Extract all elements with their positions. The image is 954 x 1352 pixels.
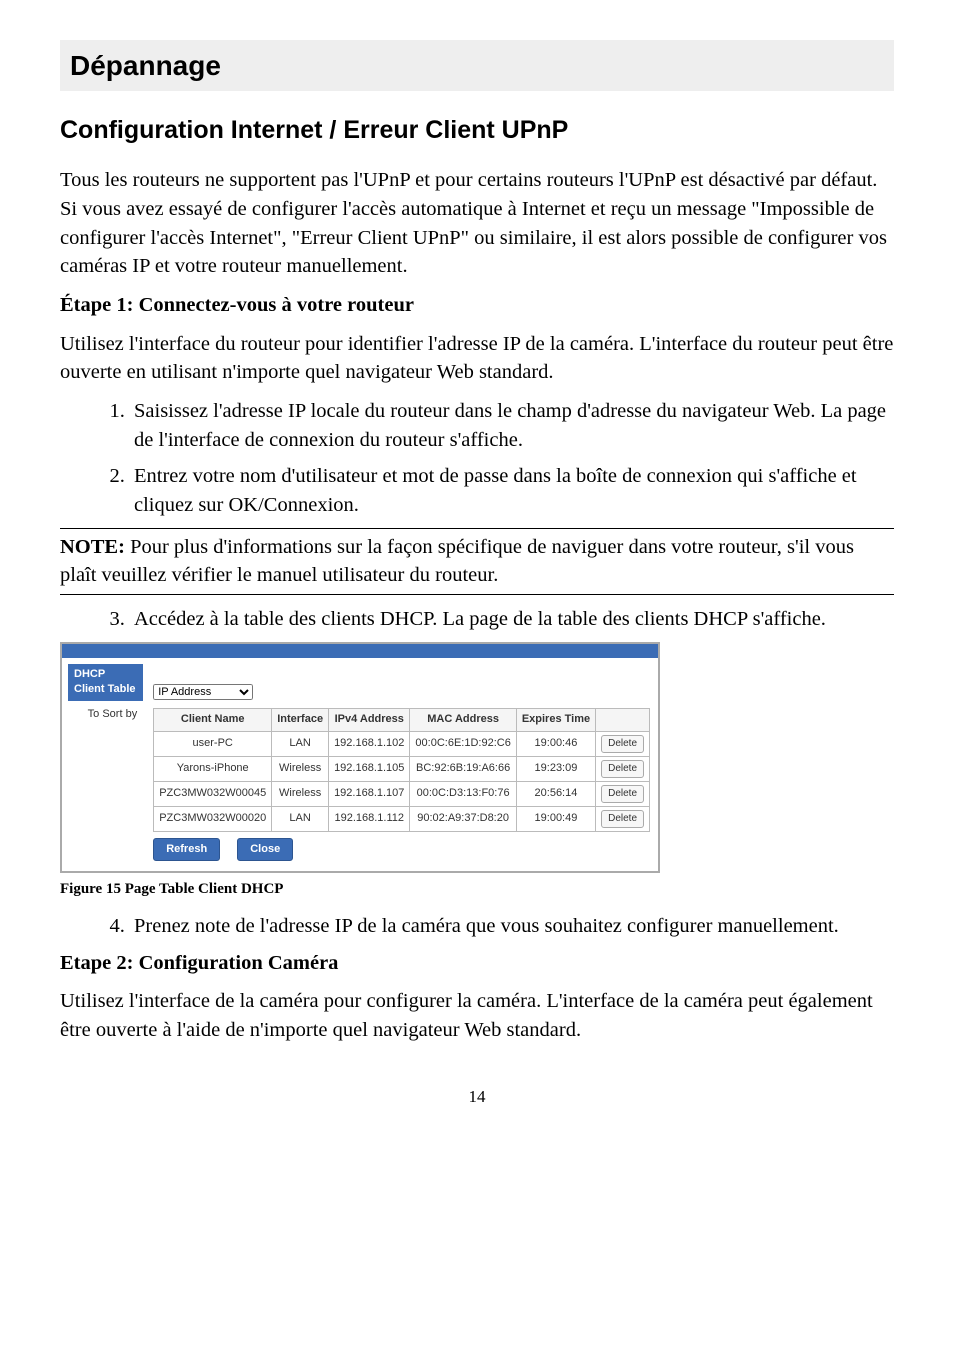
- delete-button[interactable]: Delete: [601, 810, 644, 828]
- sort-by-label: To Sort by: [68, 701, 143, 722]
- table-cell: BC:92:6B:19:A6:66: [410, 756, 516, 781]
- step2-intro: Utilisez l'interface de la caméra pour c…: [60, 987, 894, 1044]
- refresh-button[interactable]: Refresh: [153, 838, 220, 861]
- list-item: Entrez votre nom d'utilisateur et mot de…: [130, 462, 894, 519]
- table-row: user-PCLAN192.168.1.10200:0C:6E:1D:92:C6…: [154, 731, 650, 756]
- dhcp-top-bar: [62, 644, 658, 658]
- table-cell: LAN: [272, 806, 329, 831]
- dhcp-panel-title: DHCP Client Table: [68, 664, 143, 701]
- section-heading: Dépannage: [60, 40, 894, 91]
- col-ipv4: IPv4 Address: [329, 709, 410, 731]
- col-client-name: Client Name: [154, 709, 272, 731]
- col-interface: Interface: [272, 709, 329, 731]
- table-cell: 00:0C:6E:1D:92:C6: [410, 731, 516, 756]
- col-mac: MAC Address: [410, 709, 516, 731]
- note-text: Pour plus d'informations sur la façon sp…: [60, 536, 854, 587]
- table-cell: PZC3MW032W00020: [154, 806, 272, 831]
- table-cell: Wireless: [272, 756, 329, 781]
- dhcp-table: Client Name Interface IPv4 Address MAC A…: [153, 708, 650, 831]
- table-cell: 19:00:46: [516, 731, 595, 756]
- table-row: Yarons-iPhoneWireless192.168.1.105BC:92:…: [154, 756, 650, 781]
- delete-button[interactable]: Delete: [601, 785, 644, 803]
- step1-intro: Utilisez l'interface du routeur pour ide…: [60, 330, 894, 387]
- delete-button[interactable]: Delete: [601, 760, 644, 778]
- table-cell: user-PC: [154, 731, 272, 756]
- table-cell: Delete: [596, 806, 650, 831]
- subsection-heading: Configuration Internet / Erreur Client U…: [60, 113, 894, 148]
- note-label: NOTE:: [60, 536, 125, 558]
- table-cell: 192.168.1.107: [329, 781, 410, 806]
- table-cell: Yarons-iPhone: [154, 756, 272, 781]
- table-cell: Delete: [596, 731, 650, 756]
- table-cell: Wireless: [272, 781, 329, 806]
- table-cell: 90:02:A9:37:D8:20: [410, 806, 516, 831]
- close-button[interactable]: Close: [237, 838, 293, 861]
- table-cell: 20:56:14: [516, 781, 595, 806]
- col-actions: [596, 709, 650, 731]
- note-box: NOTE: Pour plus d'informations sur la fa…: [60, 528, 894, 595]
- table-cell: Delete: [596, 756, 650, 781]
- table-row: PZC3MW032W00045Wireless192.168.1.10700:0…: [154, 781, 650, 806]
- table-row: PZC3MW032W00020LAN192.168.1.11290:02:A9:…: [154, 806, 650, 831]
- list-item: Accédez à la table des clients DHCP. La …: [130, 605, 894, 634]
- list-item: Prenez note de l'adresse IP de la caméra…: [130, 912, 894, 941]
- dhcp-screenshot: DHCP Client Table To Sort by IP Address …: [60, 642, 660, 873]
- table-cell: PZC3MW032W00045: [154, 781, 272, 806]
- table-cell: 19:23:09: [516, 756, 595, 781]
- step1-heading: Étape 1: Connectez-vous à votre routeur: [60, 291, 894, 320]
- table-cell: 192.168.1.105: [329, 756, 410, 781]
- intro-paragraph: Tous les routeurs ne supportent pas l'UP…: [60, 166, 894, 281]
- table-cell: LAN: [272, 731, 329, 756]
- table-cell: 00:0C:D3:13:F0:76: [410, 781, 516, 806]
- col-expires: Expires Time: [516, 709, 595, 731]
- table-cell: Delete: [596, 781, 650, 806]
- step2-heading: Etape 2: Configuration Caméra: [60, 949, 894, 978]
- sort-by-select[interactable]: IP Address: [153, 684, 253, 700]
- page-number: 14: [60, 1085, 894, 1109]
- table-cell: 19:00:49: [516, 806, 595, 831]
- list-item: Saisissez l'adresse IP locale du routeur…: [130, 397, 894, 454]
- figure-caption: Figure 15 Page Table Client DHCP: [60, 879, 894, 900]
- table-cell: 192.168.1.102: [329, 731, 410, 756]
- table-cell: 192.168.1.112: [329, 806, 410, 831]
- delete-button[interactable]: Delete: [601, 735, 644, 753]
